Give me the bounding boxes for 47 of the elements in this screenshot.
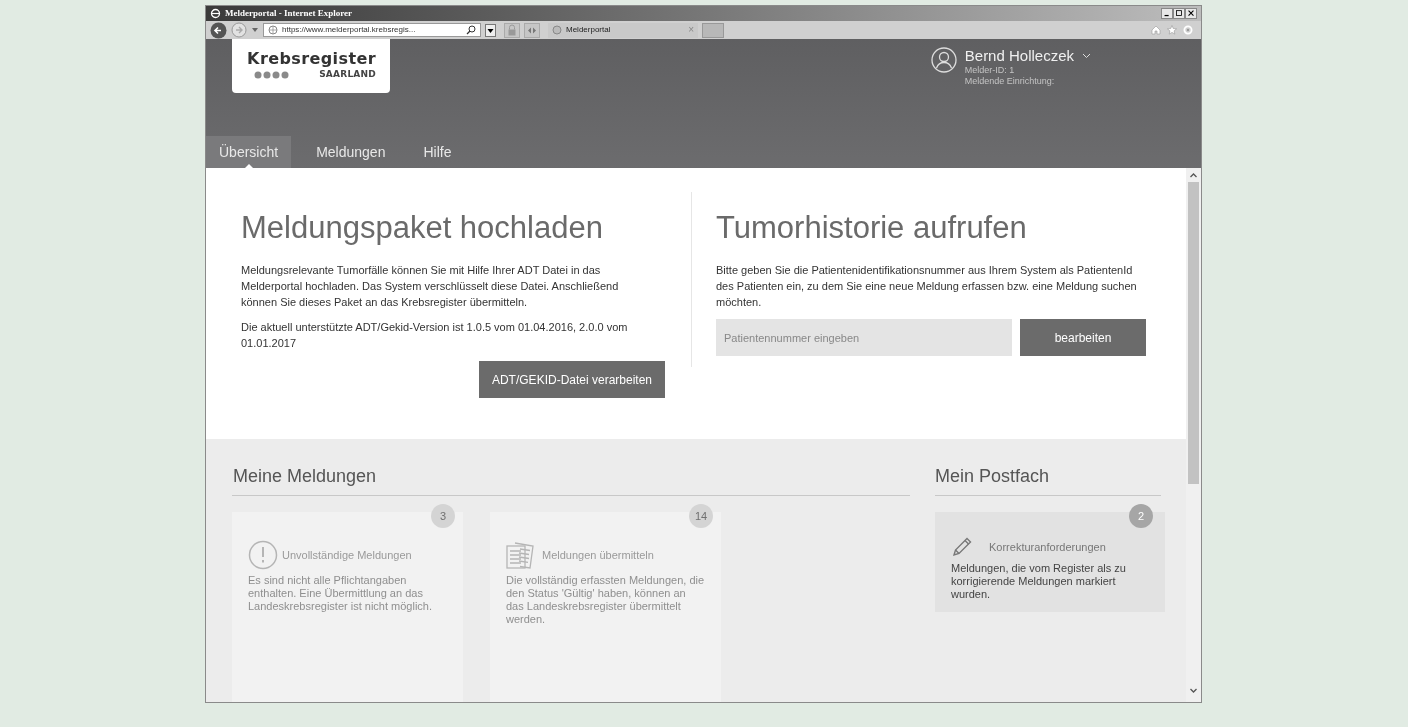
pencil-icon: [951, 536, 973, 558]
count-badge: 3: [431, 504, 455, 528]
back-icon[interactable]: [210, 21, 227, 39]
scrollbar-thumb[interactable]: [1188, 182, 1199, 484]
maximize-icon[interactable]: [1173, 8, 1185, 19]
card-description: Die vollständig erfassten Meldungen, die den Status 'Gültig' haben, können an das Landeskrebsregister übermittelt werden.: [506, 574, 705, 626]
globe-icon: [552, 25, 562, 35]
user-avatar-icon[interactable]: [930, 47, 957, 73]
nav-tab[interactable]: Übersicht: [206, 136, 292, 168]
description-text: Meldungsrelevante Tumorfälle können Sie mit Hilfe Ihrer ADT Datei in das Melderportal hochladen. Das System verschlüsselt diese Datei. Anschließend können Sie dieses Paket an das Krebsregister übermitteln.: [241, 263, 620, 310]
section-heading: Mein Postfach: [935, 465, 1051, 487]
card-description: Meldungen, die vom Register als zu korrigierende Meldungen markiert wurden.: [951, 562, 1127, 601]
section-heading: Meine Meldungen: [232, 465, 378, 487]
globe-icon: [268, 25, 278, 35]
description-text: Bitte geben Sie die Patientenidentifikationsnummer aus Ihrem System als PatientenId des Patienten ein, zu dem Sie eine neue Meldung erfassen bzw. eine Meldung suchen möchten.: [716, 263, 1138, 310]
edit-button[interactable]: bearbeiten: [1020, 319, 1146, 356]
section-title: Meldungspaket hochladen: [241, 210, 604, 246]
melder-id: Melder-ID: 1: [964, 65, 1016, 76]
url-field[interactable]: https://www.melderportal.krebsregis...: [263, 23, 481, 37]
description-text: Die aktuell unterstützte ADT/Gekid-Version ist 1.0.5 vom 01.04.2016, 2.0.0 vom 01.01.2017: [241, 320, 629, 351]
site-logo[interactable]: Krebsregister SAARLAND: [232, 39, 390, 93]
compatibility-icon[interactable]: [524, 22, 540, 38]
section-title: Tumorhistorie aufrufen: [716, 210, 1028, 246]
card-title: Meldungen übermitteln: [542, 547, 654, 563]
nav-tab[interactable]: Hilfe: [410, 136, 465, 168]
scrollbar[interactable]: [1186, 168, 1201, 702]
card-title: Korrekturanforderungen: [989, 539, 1106, 555]
chevron-down-icon[interactable]: [1082, 53, 1091, 59]
process-file-button[interactable]: ADT/GEKID-Datei verarbeiten: [478, 361, 665, 398]
count-badge: 2: [1129, 504, 1153, 528]
card-description: Es sind nicht alle Pflichtangaben enthalten. Eine Übermittlung an das Landeskrebsregister ist nicht möglich.: [248, 574, 434, 613]
settings-icon[interactable]: [1183, 25, 1193, 35]
warning-icon: [248, 540, 278, 570]
patient-number-field[interactable]: Patientennummer eingeben: [716, 319, 1012, 356]
close-icon[interactable]: [1185, 8, 1197, 19]
window-title: Melderportal - Internet Explorer: [225, 6, 353, 20]
nav-tab[interactable]: Meldungen: [303, 136, 399, 168]
search-icon[interactable]: [466, 25, 476, 35]
url-text: https://www.melderportal.krebsregis...: [282, 24, 416, 36]
institution-label: Meldende Einrichtung:: [964, 76, 1056, 87]
count-badge: 14: [689, 504, 713, 528]
minimize-icon[interactable]: [1161, 8, 1173, 19]
dropdown-icon[interactable]: [485, 23, 496, 37]
browser-tab[interactable]: Melderportal ×: [548, 22, 698, 38]
card-title: Unvollständige Meldungen: [282, 547, 412, 563]
star-icon[interactable]: [1167, 25, 1177, 35]
user-name[interactable]: Bernd Holleczek: [964, 47, 1074, 65]
